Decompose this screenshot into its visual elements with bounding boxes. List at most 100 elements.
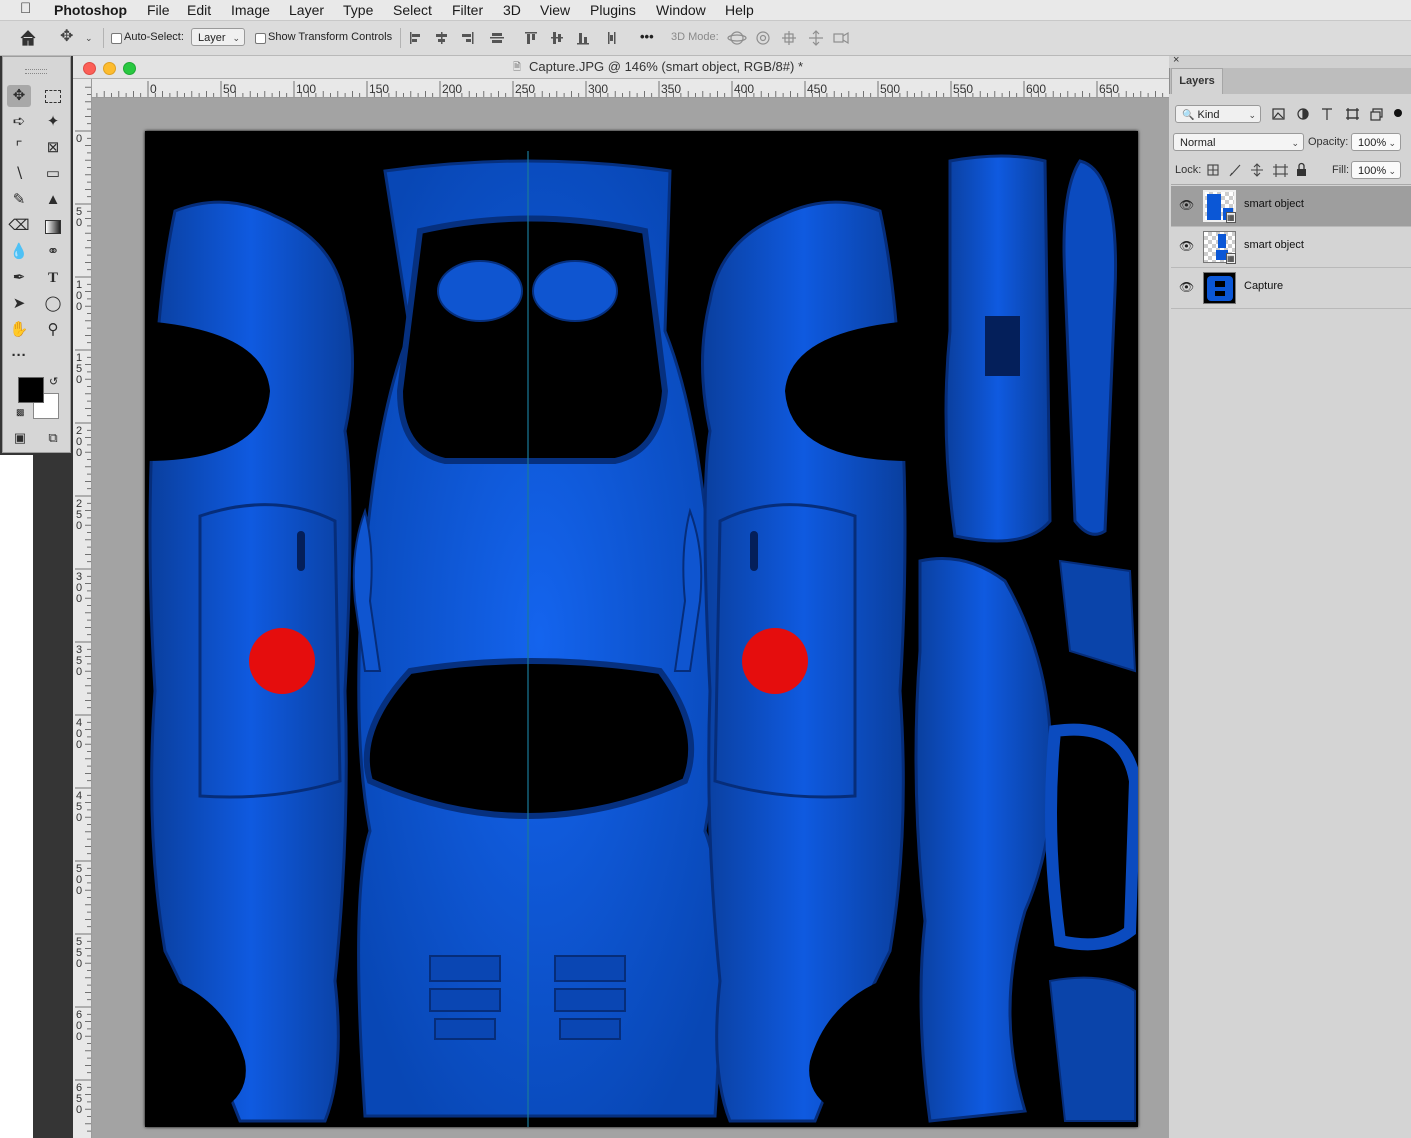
brush-tool-icon[interactable]: ✎ xyxy=(7,189,31,211)
menu-edit[interactable]: Edit xyxy=(187,2,211,18)
menu-window[interactable]: Window xyxy=(656,2,706,18)
show-transform-checkbox[interactable] xyxy=(255,33,266,44)
fill-value: 100% xyxy=(1358,165,1387,177)
visibility-eye-icon[interactable]: 👁 xyxy=(1179,198,1194,212)
edit-toolbar-icon[interactable]: ··· xyxy=(7,345,31,367)
default-colors-icon[interactable]: ▩ xyxy=(16,407,25,418)
menu-type[interactable]: Type xyxy=(343,2,373,18)
apple-menu-icon[interactable]:  xyxy=(20,0,31,17)
layer-row-smart-object-2[interactable]: 👁 ▦ smart object xyxy=(1171,227,1411,268)
gradient-tool-icon[interactable] xyxy=(41,215,65,237)
eraser-tool-icon[interactable]: ⌫ xyxy=(7,215,31,237)
ruler-label: 0 xyxy=(76,133,82,145)
minimize-window-icon[interactable] xyxy=(103,62,116,75)
auto-select-dropdown[interactable]: Layer ⌄ xyxy=(191,28,245,46)
tab-layers[interactable]: Layers xyxy=(1171,68,1223,94)
chevron-down-icon: ⌄ xyxy=(1291,138,1299,148)
more-options-button[interactable]: ••• xyxy=(640,29,654,44)
document-title-bar[interactable]: 🗎 Capture.JPG @ 146% (smart object, RGB/… xyxy=(73,56,1169,79)
menu-view[interactable]: View xyxy=(540,2,570,18)
3d-mode-icons xyxy=(727,30,849,46)
lock-label: Lock: xyxy=(1175,164,1202,176)
align-icons-group[interactable] xyxy=(408,30,648,46)
blur-tool-icon[interactable]: 💧 xyxy=(7,241,31,263)
frame-tool-icon[interactable]: ⊠ xyxy=(41,137,65,159)
ruler-label: 650 xyxy=(1099,82,1119,96)
blend-mode-dropdown[interactable]: Normal ⌄ xyxy=(1173,133,1304,151)
marquee-tool-icon[interactable] xyxy=(41,85,65,107)
healing-brush-tool-icon[interactable]: ▭ xyxy=(41,163,65,185)
menu-3d[interactable]: 3D xyxy=(503,2,521,18)
smart-object-badge-icon: ▦ xyxy=(1226,253,1236,264)
home-icon[interactable] xyxy=(19,29,37,47)
menu-plugins[interactable]: Plugins xyxy=(590,2,636,18)
blend-mode-value: Normal xyxy=(1180,137,1216,149)
chevron-down-icon: ⌄ xyxy=(1388,138,1396,148)
ruler-label: 550 xyxy=(953,82,973,96)
pen-tool-icon[interactable]: ✒ xyxy=(7,267,31,289)
ruler-label: 0 xyxy=(76,1031,82,1043)
ruler-label: 0 xyxy=(76,301,82,313)
car-texture-artwork xyxy=(145,151,1138,1127)
divider xyxy=(1171,184,1411,185)
layer-name[interactable]: smart object xyxy=(1244,198,1304,210)
auto-select-checkbox[interactable] xyxy=(111,33,122,44)
ruler-label: 0 xyxy=(76,593,82,605)
opacity-field[interactable]: 100% ⌄ xyxy=(1351,133,1401,151)
ruler-label: 350 xyxy=(661,82,681,96)
ruler-label: 600 xyxy=(1026,82,1046,96)
visibility-eye-icon[interactable]: 👁 xyxy=(1179,239,1194,253)
dodge-tool-icon[interactable]: ⚭ xyxy=(41,241,65,263)
visibility-eye-icon[interactable]: 👁 xyxy=(1179,280,1194,294)
menu-file[interactable]: File xyxy=(147,2,170,18)
right-red-marker xyxy=(742,628,808,694)
type-tool-icon[interactable]: T xyxy=(41,267,65,289)
screen-mode-icon[interactable]: ⧉ xyxy=(41,427,65,449)
fill-label: Fill: xyxy=(1332,164,1350,176)
hand-tool-icon[interactable]: ✋ xyxy=(7,319,31,341)
layer-filter-value: Kind xyxy=(1197,109,1220,121)
menu-app-name[interactable]: Photoshop xyxy=(54,2,127,18)
eyedropper-tool-icon[interactable]: ∖ xyxy=(7,163,31,185)
stamp-tool-icon[interactable]: ▲ xyxy=(41,189,65,211)
menu-select[interactable]: Select xyxy=(393,2,432,18)
swap-colors-icon[interactable]: ↺ xyxy=(49,375,58,388)
layer-thumbnail xyxy=(1203,272,1236,304)
horizontal-ruler[interactable]: 0 50 100 150 200 250 300 350 400 450 500 550 600 650 xyxy=(92,79,1169,98)
layer-row-capture[interactable]: 👁 Capture xyxy=(1171,268,1411,309)
tool-preset-chevron-icon[interactable]: ⌄ xyxy=(85,31,93,45)
menu-filter[interactable]: Filter xyxy=(452,2,483,18)
ruler-label: 0 xyxy=(76,885,82,897)
fill-field[interactable]: 100% ⌄ xyxy=(1351,161,1401,179)
ruler-label: 0 xyxy=(76,217,82,229)
menu-help[interactable]: Help xyxy=(725,2,754,18)
toolbox: ✥ ➪ ✦ ⌜ ⊠ ∖ ▭ ✎ ▲ ⌫ 💧 ⚭ ✒ T ➤ ◯ ✋ ⚲ ··· … xyxy=(2,56,71,453)
layer-name[interactable]: Capture xyxy=(1244,280,1283,292)
chevron-down-icon: ⌄ xyxy=(1248,110,1256,120)
lock-icons[interactable] xyxy=(1205,162,1310,178)
close-window-icon[interactable] xyxy=(83,62,96,75)
toolbox-grip[interactable] xyxy=(25,69,47,74)
move-tool-icon[interactable]: ✥ xyxy=(60,29,73,45)
crop-tool-icon[interactable]: ⌜ xyxy=(7,137,31,159)
close-panel-icon[interactable]: × xyxy=(1173,54,1179,66)
lasso-tool-icon[interactable]: ➪ xyxy=(7,111,31,133)
ruler-label: 0 xyxy=(76,374,82,386)
layer-filter-icons[interactable] xyxy=(1270,106,1410,122)
path-selection-tool-icon[interactable]: ➤ xyxy=(7,293,31,315)
magic-wand-tool-icon[interactable]: ✦ xyxy=(41,111,65,133)
menu-layer[interactable]: Layer xyxy=(289,2,324,18)
foreground-color-swatch-front[interactable] xyxy=(18,377,44,403)
vertical-ruler[interactable]: 050100150200250300350400450500550600650 xyxy=(73,79,92,1138)
menu-image[interactable]: Image xyxy=(231,2,270,18)
ellipse-tool-icon[interactable]: ◯ xyxy=(41,293,65,315)
ruler-label: 0 xyxy=(76,739,82,751)
zoom-window-icon[interactable] xyxy=(123,62,136,75)
move-tool-icon[interactable]: ✥ xyxy=(7,85,31,107)
layer-row-smart-object-1[interactable]: 👁 ▦ smart object xyxy=(1171,186,1411,227)
layer-name[interactable]: smart object xyxy=(1244,239,1304,251)
document-canvas[interactable] xyxy=(145,131,1138,1127)
layer-filter-dropdown[interactable]: 🔍 Kind ⌄ xyxy=(1175,105,1261,123)
quick-mask-icon[interactable]: ▣ xyxy=(8,427,32,449)
zoom-tool-icon[interactable]: ⚲ xyxy=(41,319,65,341)
